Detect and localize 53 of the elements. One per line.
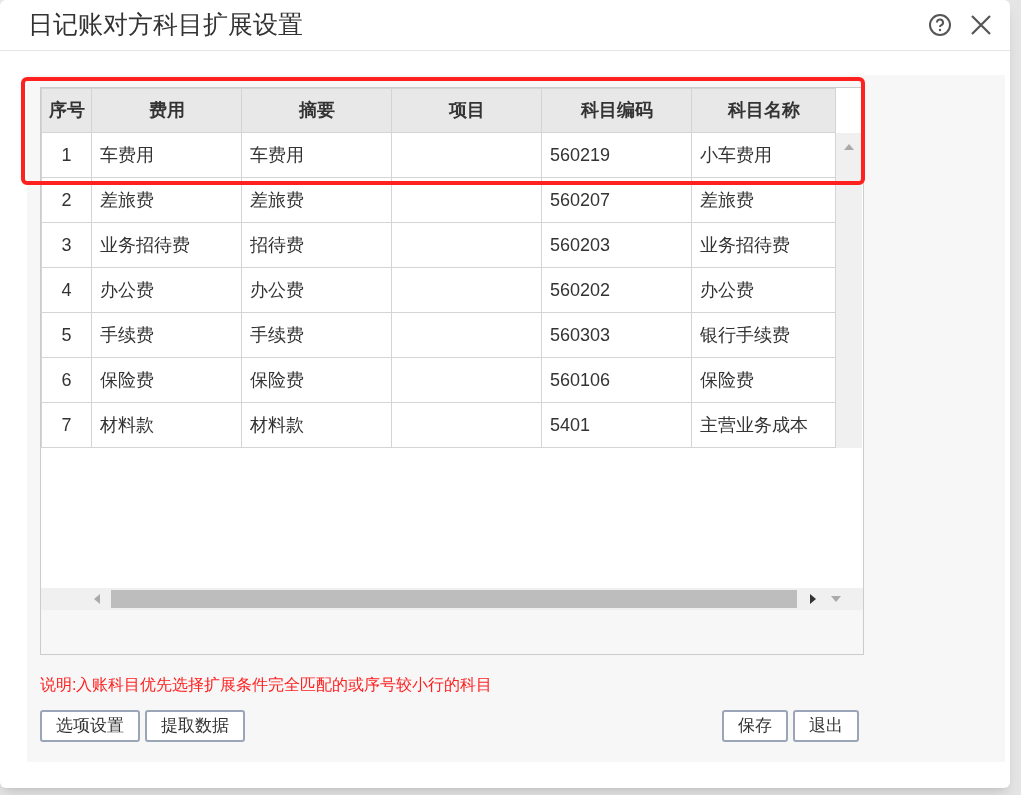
- table-cell: 560106: [541, 357, 692, 403]
- table-cell: 2: [41, 177, 92, 223]
- table-cell: 手续费: [241, 312, 392, 358]
- table-cell: 保险费: [91, 357, 242, 403]
- column-header: 科目编码: [541, 88, 692, 133]
- table-cell: 5401: [541, 402, 692, 448]
- column-header: 序号: [41, 88, 92, 133]
- dialog-button[interactable]: 提取数据: [145, 710, 245, 742]
- table-cell: 招待费: [241, 222, 392, 268]
- help-icon[interactable]: [928, 13, 952, 37]
- note-text: 说明:入账科目优先选择扩展条件完全匹配的或序号较小行的科目: [40, 675, 494, 695]
- table-cell: 材料款: [241, 402, 392, 448]
- table-cell: 办公费: [691, 267, 836, 313]
- column-header: 摘要: [241, 88, 392, 133]
- scroll-down-icon[interactable]: [831, 595, 841, 603]
- close-icon[interactable]: [970, 14, 992, 36]
- dialog-title: 日记账对方科目扩展设置: [28, 9, 304, 41]
- dialog-button[interactable]: 保存: [722, 710, 788, 742]
- table-cell: 银行手续费: [691, 312, 836, 358]
- table-cell: 4: [41, 267, 92, 313]
- column-header: 项目: [391, 88, 542, 133]
- scroll-left-icon[interactable]: [93, 594, 101, 604]
- table-cell: 主营业务成本: [691, 402, 836, 448]
- table-cell: 7: [41, 402, 92, 448]
- table-cell: 差旅费: [241, 177, 392, 223]
- table-cell: 办公费: [91, 267, 242, 313]
- table-cell: 手续费: [91, 312, 242, 358]
- table-cell: 办公费: [241, 267, 392, 313]
- table-cell: 业务招待费: [91, 222, 242, 268]
- column-header: 科目名称: [691, 88, 836, 133]
- table-cell: 560207: [541, 177, 692, 223]
- table-cell: 车费用: [91, 132, 242, 178]
- table-cell: 6: [41, 357, 92, 403]
- table-cell: 3: [41, 222, 92, 268]
- table-cell: 560203: [541, 222, 692, 268]
- table-cell: 5: [41, 312, 92, 358]
- table-cell: 560303: [541, 312, 692, 358]
- scroll-right-icon[interactable]: [809, 594, 817, 604]
- horizontal-scrollbar-thumb[interactable]: [111, 590, 797, 608]
- table-cell: 车费用: [241, 132, 392, 178]
- table-cell: 1: [41, 132, 92, 178]
- table-cell: 业务招待费: [691, 222, 836, 268]
- table-cell: 保险费: [691, 357, 836, 403]
- table-cell: 保险费: [241, 357, 392, 403]
- table-cell: 560202: [541, 267, 692, 313]
- table-cell: 560219: [541, 132, 692, 178]
- table-cell: 小车费用: [691, 132, 836, 178]
- column-header: 费用: [91, 88, 242, 133]
- dialog-button[interactable]: 选项设置: [40, 710, 140, 742]
- dialog-button[interactable]: 退出: [793, 710, 859, 742]
- table-cell: 差旅费: [91, 177, 242, 223]
- scroll-up-icon[interactable]: [844, 142, 854, 151]
- table-cell: 材料款: [91, 402, 242, 448]
